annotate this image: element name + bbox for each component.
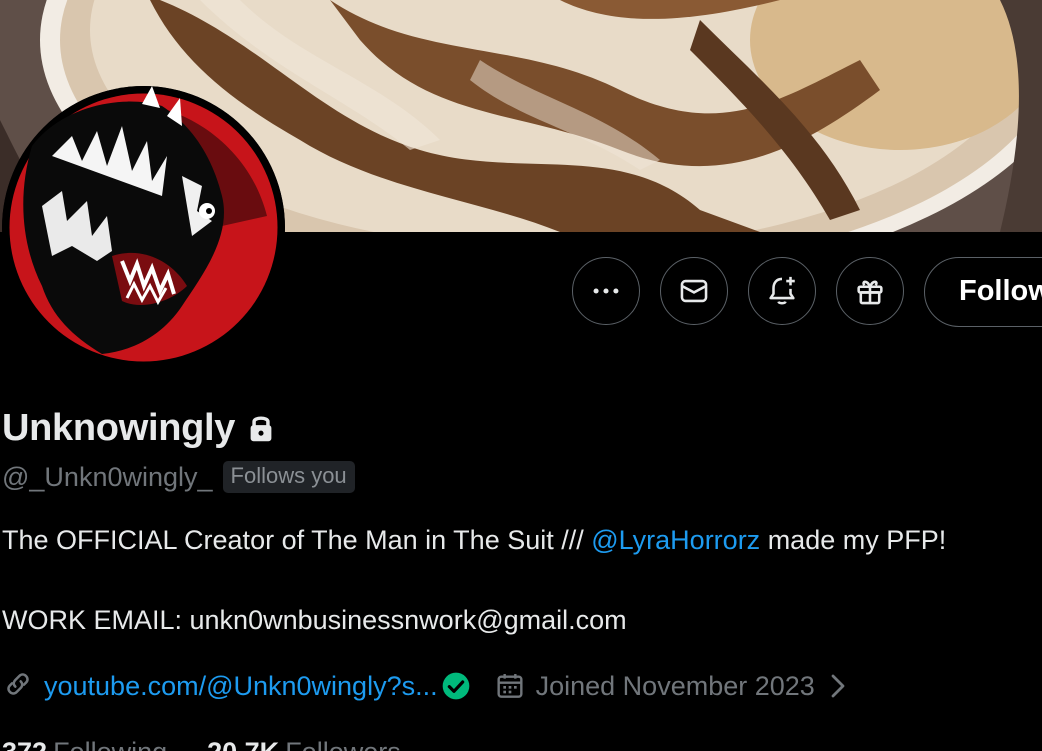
chevron-right-icon[interactable] xyxy=(827,671,849,701)
bio-text-suffix: made my PFP! xyxy=(760,525,947,555)
follow-button[interactable]: Follow xyxy=(924,257,1042,327)
website-link[interactable]: youtube.com/@Unkn0wingly?s... xyxy=(44,671,438,702)
gift-icon xyxy=(853,274,887,308)
follows-you-badge: Follows you xyxy=(222,461,355,493)
followers-stat[interactable]: 20.7K Followers xyxy=(207,737,401,751)
profile-handle: @_Unkn0wingly_ xyxy=(2,461,213,492)
more-button[interactable] xyxy=(572,257,640,325)
profile-page: Follow Unknowingly @_Unkn0wingly_ Follow… xyxy=(0,0,1042,751)
link-icon xyxy=(2,668,34,705)
profile-handle-row: @_Unkn0wingly_ Follows you xyxy=(2,458,355,496)
profile-name-row: Unknowingly xyxy=(2,402,275,454)
followers-count: 20.7K xyxy=(207,737,279,751)
bio-mention-link[interactable]: @LyraHorrorz xyxy=(591,525,760,555)
joined-date: Joined November 2023 xyxy=(535,670,815,701)
verified-check-icon xyxy=(440,670,472,702)
profile-stats-row: 372 Following 20.7K Followers xyxy=(2,732,401,751)
bio-line-1: The OFFICIAL Creator of The Man in The S… xyxy=(2,520,1042,560)
message-button[interactable] xyxy=(660,257,728,325)
profile-bio: The OFFICIAL Creator of The Man in The S… xyxy=(2,520,1042,640)
profile-meta-row: youtube.com/@Unkn0wingly?s... Joined Nov… xyxy=(2,664,849,708)
followers-label: Followers xyxy=(285,737,401,751)
lock-icon xyxy=(247,413,275,443)
following-count: 372 xyxy=(2,737,47,751)
following-stat[interactable]: 372 Following xyxy=(2,737,167,751)
following-label: Following xyxy=(53,737,167,751)
subscribe-button[interactable] xyxy=(836,257,904,325)
display-name: Unknowingly xyxy=(2,406,236,449)
bell-plus-icon xyxy=(765,274,799,308)
avatar-image xyxy=(2,86,285,369)
notifications-button[interactable] xyxy=(748,257,816,325)
mail-icon xyxy=(677,274,711,308)
bio-text-prefix: The OFFICIAL Creator of The Man in The S… xyxy=(2,525,592,555)
profile-avatar[interactable] xyxy=(2,86,285,369)
calendar-icon xyxy=(494,670,526,702)
more-icon xyxy=(589,274,623,308)
bio-line-2: WORK EMAIL: unkn0wnbusinessnwork@gmail.c… xyxy=(2,605,627,635)
